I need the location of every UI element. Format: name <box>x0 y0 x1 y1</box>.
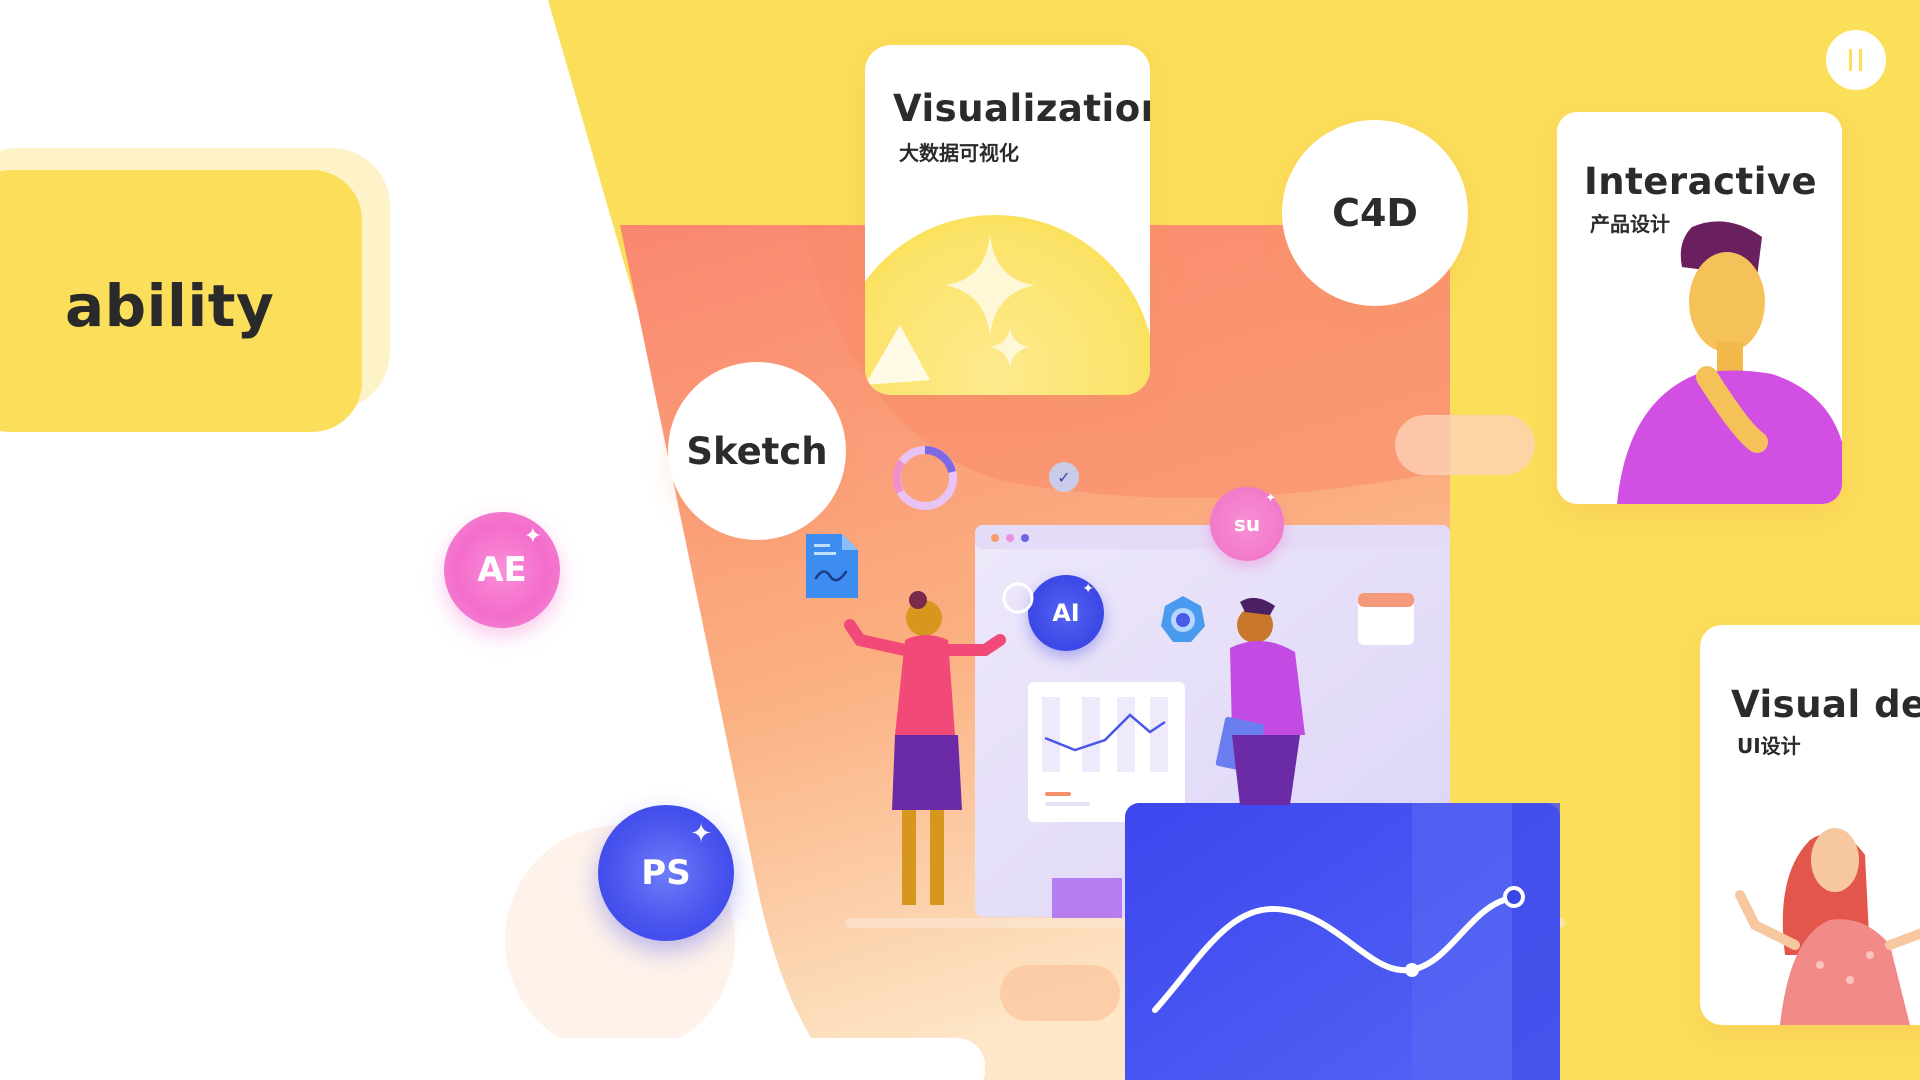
calendar-shape <box>1358 593 1414 645</box>
check-icon: ✓ <box>1049 462 1079 492</box>
file-chart-icon <box>806 534 858 598</box>
ps-label: PS <box>641 853 691 893</box>
su-label: su <box>1233 512 1261 536</box>
interactive-subtitle: 产品设计 <box>1590 212 1670 236</box>
pause-button[interactable] <box>1826 30 1886 90</box>
search-icon <box>1002 582 1034 614</box>
sparkle-icon: ✦ <box>1082 581 1094 597</box>
ae-badge[interactable]: AE ✦ <box>444 512 560 628</box>
visualization-title: Visualization <box>893 87 1150 130</box>
visualization-card[interactable]: Visualization 大数据可视化 <box>865 45 1150 395</box>
sparkle-icon: ✦ <box>523 524 542 549</box>
sparkle-icon: ✦ <box>1265 491 1276 506</box>
hero-label: ability <box>65 272 275 340</box>
interactive-title: Interactive <box>1584 160 1818 203</box>
interactive-card[interactable]: Interactive 产品设计 <box>1557 112 1842 504</box>
gear-icon <box>1161 596 1205 642</box>
visualization-subtitle: 大数据可视化 <box>899 141 1019 165</box>
ai-label: AI <box>1052 599 1080 627</box>
c4d-badge[interactable]: C4D <box>1282 120 1468 306</box>
pause-icon <box>1849 49 1862 71</box>
visual-design-card[interactable]: Visual des UI设计 <box>1700 625 1920 1025</box>
su-badge[interactable]: su ✦ <box>1210 487 1284 561</box>
stage: ability Visualization 大数据可视化 Interactive… <box>0 0 1920 1080</box>
visual-design-subtitle: UI设计 <box>1737 734 1801 758</box>
sketch-badge[interactable]: Sketch <box>668 362 846 540</box>
ae-label: AE <box>477 550 527 590</box>
ps-badge[interactable]: PS ✦ <box>598 805 734 941</box>
sparkle-icon: ✦ <box>690 819 712 849</box>
visual-design-title: Visual des <box>1731 683 1920 726</box>
